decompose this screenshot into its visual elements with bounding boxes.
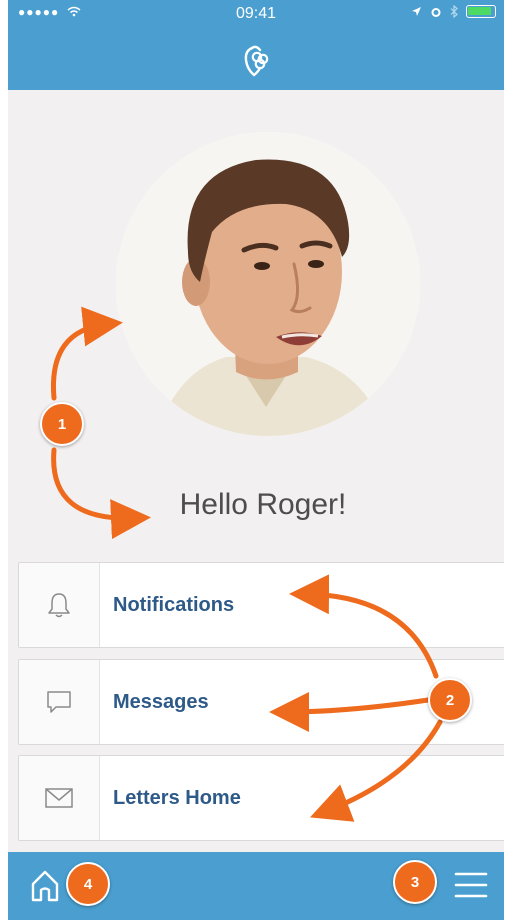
location-arrow-icon — [412, 7, 421, 16]
battery-icon — [466, 5, 496, 18]
user-avatar — [116, 132, 420, 436]
profile-avatar[interactable] — [116, 132, 420, 436]
annotation-badge-2: 2 — [428, 678, 472, 722]
annotation-badge-3: 3 — [393, 860, 437, 904]
menu-item-notifications[interactable]: Notifications — [18, 562, 504, 648]
app-screen: ●●●●● 09:41 Hello Roger! Notifications M… — [8, 0, 504, 920]
alarm-icon — [431, 7, 441, 17]
status-bar: ●●●●● 09:41 — [8, 0, 504, 28]
chat-bubble-icon — [47, 691, 71, 713]
menu-label-messages: Messages — [113, 690, 209, 713]
app-header: ●●●●● 09:41 — [8, 0, 504, 90]
menu-icon-box — [19, 756, 100, 840]
bluetooth-icon — [450, 5, 458, 18]
menu-icon-box — [19, 660, 100, 744]
envelope-icon — [45, 788, 73, 808]
home-icon[interactable] — [28, 868, 62, 904]
status-icons — [411, 5, 496, 18]
bell-icon — [48, 593, 70, 618]
menu-label-letters-home: Letters Home — [113, 786, 241, 809]
app-logo-icon — [244, 45, 269, 77]
hamburger-menu-icon[interactable] — [454, 870, 488, 900]
menu-icon-box — [19, 563, 100, 647]
greeting-text: Hello Roger! — [179, 488, 347, 521]
annotation-badge-1: 1 — [40, 402, 84, 446]
battery-level — [468, 7, 491, 15]
menu-item-letters-home[interactable]: Letters Home — [18, 755, 504, 841]
annotation-badge-4: 4 — [66, 862, 110, 906]
menu-label-notifications: Notifications — [113, 593, 235, 616]
